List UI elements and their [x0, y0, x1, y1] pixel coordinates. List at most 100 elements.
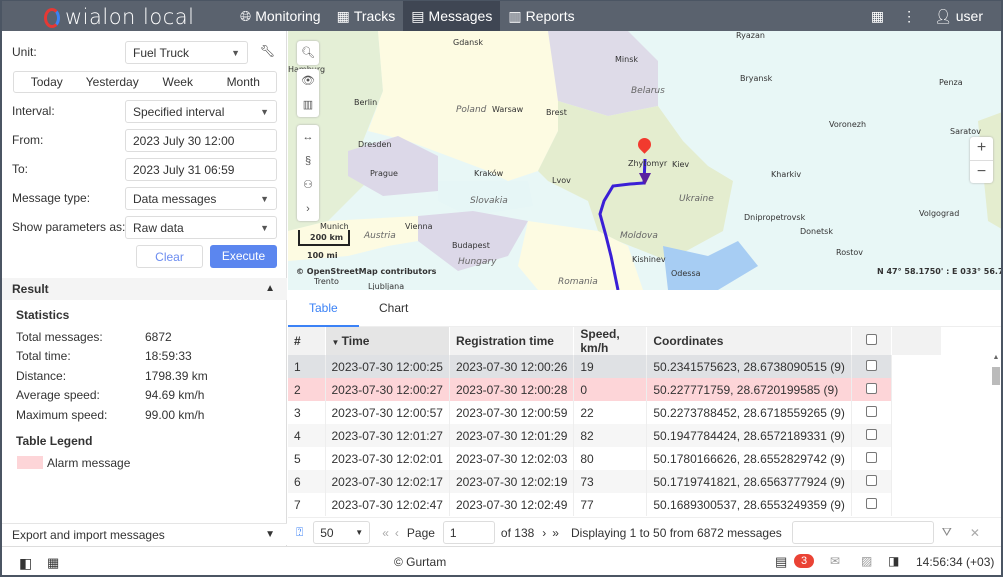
cell: 2023-07-30 12:02:17: [325, 470, 450, 493]
last-page-icon[interactable]: »: [552, 526, 559, 540]
cell: 2023-07-30 12:01:29: [449, 424, 575, 447]
map-icon[interactable]: ▥: [297, 93, 319, 117]
page-label: Page: [406, 525, 435, 540]
to-input[interactable]: 2023 July 31 06:59: [125, 158, 277, 181]
table-scrollbar[interactable]: ▲: [989, 354, 1001, 517]
scale-km: 200 km: [310, 233, 344, 242]
row-checkbox[interactable]: [865, 474, 877, 486]
cell: 2023-07-30 12:00:28: [449, 378, 575, 401]
map-label: Romania: [558, 277, 598, 287]
page-input[interactable]: 1: [442, 521, 495, 544]
cell: 2023-07-30 12:00:25: [325, 355, 450, 378]
notifications-icon[interactable]: ▤: [775, 554, 787, 570]
col-registration-time[interactable]: Registration time: [449, 327, 575, 355]
cell: 50.1780166626, 28.6552829742 (9): [646, 447, 852, 470]
nav-monitoring[interactable]: 🌐︎ Monitoring: [232, 1, 329, 31]
row-checkbox[interactable]: [865, 497, 877, 509]
zoom-in-button[interactable]: +: [970, 137, 993, 160]
clear-button[interactable]: Clear: [136, 245, 203, 268]
fit-columns-icon[interactable]: ⍰: [296, 525, 303, 540]
ruler-icon[interactable]: ↔: [297, 125, 319, 149]
pagination-bar: ⍰ 50 ▼ « ‹ Page 1 of 138 › » Displaying 1…: [288, 517, 1001, 547]
clear-filter-icon[interactable]: ✕: [970, 526, 980, 540]
map-label: Ryazan: [736, 31, 765, 40]
table-row[interactable]: 3 2023-07-30 12:00:57 2023-07-30 12:00:59 2…: [288, 401, 941, 424]
col-time[interactable]: ▼ Time: [325, 327, 450, 355]
row-checkbox[interactable]: [865, 451, 877, 463]
row-checkbox[interactable]: [865, 359, 877, 371]
stat-total-messages: Total messages: 6872: [16, 330, 172, 344]
table-row[interactable]: 4 2023-07-30 12:01:27 2023-07-30 12:01:29 8…: [288, 424, 941, 447]
image-icon[interactable]: ▨: [861, 554, 872, 568]
map-tools-measure: ↔ § ⚇ ›: [297, 125, 319, 221]
interval-select[interactable]: Specified interval ▼: [125, 100, 277, 123]
show-params-select[interactable]: Raw data ▼: [125, 216, 277, 239]
period-week[interactable]: Week: [145, 72, 211, 92]
map-label: Kishinev: [632, 255, 666, 264]
more-menu-icon[interactable]: ⋮: [902, 8, 916, 25]
col-speed[interactable]: Speed, km/h: [573, 327, 648, 355]
first-page-icon[interactable]: «: [382, 526, 389, 540]
row-checkbox[interactable]: [865, 428, 877, 440]
map-label: Donetsk: [800, 227, 833, 236]
messages-icon: ▤: [411, 7, 425, 24]
table-row[interactable]: 1 2023-07-30 12:00:25 2023-07-30 12:00:26 1…: [288, 355, 941, 378]
period-month[interactable]: Month: [211, 72, 277, 92]
nav-messages[interactable]: ▤ Messages: [403, 1, 501, 31]
panel-toggle-icon[interactable]: ◧: [19, 555, 32, 572]
cell: 2023-07-30 12:00:26: [449, 355, 575, 378]
col-coordinates[interactable]: Coordinates: [646, 327, 852, 355]
prev-page-icon[interactable]: ‹: [395, 526, 399, 540]
map-attribution[interactable]: © OpenStreetMap contributors: [296, 267, 436, 276]
wrench-icon[interactable]: 🔧︎: [260, 44, 275, 58]
result-section-header[interactable]: Result ▲: [2, 278, 287, 300]
tracks-icon: ▦: [336, 7, 350, 24]
zoom-controls: + −: [970, 137, 993, 183]
layout-icon[interactable]: ◨: [888, 554, 899, 568]
zoom-out-button[interactable]: −: [970, 160, 993, 183]
page-size-select[interactable]: 50 ▼: [313, 521, 371, 544]
cell: 2023-07-30 12:00:57: [325, 401, 450, 424]
tab-table[interactable]: Table: [288, 290, 359, 327]
logo[interactable]: wialon local: [44, 5, 194, 29]
filter-icon[interactable]: ⛛: [942, 525, 952, 540]
nav-tracks[interactable]: ▦ Tracks: [329, 1, 404, 31]
user-menu[interactable]: 👤︎ user: [934, 8, 983, 25]
chevron-right-icon[interactable]: ›: [297, 197, 319, 221]
period-today[interactable]: Today: [14, 72, 80, 92]
search-icon[interactable]: 🔍︎: [297, 41, 319, 65]
message-type-select[interactable]: Data messages ▼: [125, 187, 277, 210]
route-icon[interactable]: §: [297, 149, 319, 173]
tab-chart[interactable]: Chart: [358, 290, 429, 327]
col-select-all[interactable]: [851, 327, 892, 355]
table-row[interactable]: 5 2023-07-30 12:02:01 2023-07-30 12:02:03 8…: [288, 447, 941, 470]
table-row[interactable]: 7 2023-07-30 12:02:47 2023-07-30 12:02:49 7…: [288, 493, 941, 516]
map[interactable]: Gdansk Minsk Berlin Poland Warsaw Brest Dresde…: [288, 31, 1001, 290]
map-label: Penza: [939, 78, 963, 87]
period-yesterday[interactable]: Yesterday: [80, 72, 146, 92]
nav-reports[interactable]: ▥ Reports: [500, 1, 582, 31]
cell: 0: [573, 378, 648, 401]
mail-icon[interactable]: ✉: [830, 554, 840, 568]
row-checkbox[interactable]: [865, 382, 877, 394]
notifications-badge[interactable]: 3: [794, 554, 815, 568]
cell: 80: [573, 447, 648, 470]
cell: 2: [288, 378, 326, 401]
unit-select[interactable]: Fuel Truck ▼: [125, 41, 248, 64]
export-section-header[interactable]: Export and import messages ▼: [2, 523, 287, 545]
table-row[interactable]: 2 2023-07-30 12:00:27 2023-07-30 12:00:28 0…: [288, 378, 941, 401]
table-row[interactable]: 6 2023-07-30 12:02:17 2023-07-30 12:02:19 7…: [288, 470, 941, 493]
scrollbar-thumb[interactable]: [992, 367, 1000, 385]
apps-grid-icon[interactable]: ▦: [47, 555, 59, 571]
select-all-checkbox[interactable]: [865, 334, 877, 345]
row-checkbox-cell: [851, 401, 892, 424]
apps-grid-icon[interactable]: ▦: [871, 8, 884, 25]
row-checkbox[interactable]: [865, 405, 877, 417]
next-page-icon[interactable]: ›: [542, 526, 546, 540]
from-input[interactable]: 2023 July 30 12:00: [125, 129, 277, 152]
col-spacer: [891, 327, 942, 355]
points-icon[interactable]: ⚇: [297, 173, 319, 197]
eye-icon[interactable]: 👁︎: [297, 69, 319, 93]
filter-input[interactable]: [791, 521, 934, 544]
execute-button[interactable]: Execute: [210, 245, 277, 268]
